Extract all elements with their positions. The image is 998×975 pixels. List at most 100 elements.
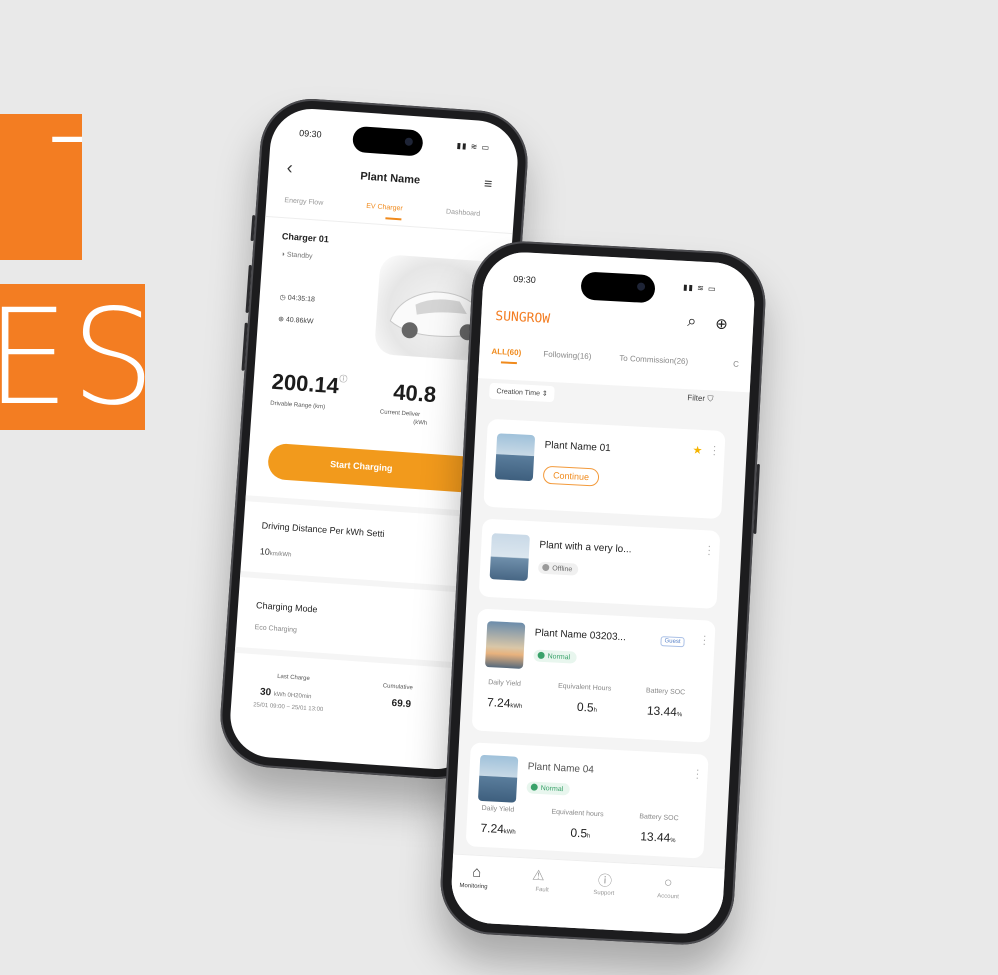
- dynamic-island: [580, 271, 656, 304]
- tab-ev-charger[interactable]: EV Charger: [366, 203, 403, 213]
- plant-list-screen: 09:30 ▮▮ ≋ ▭ SUNGROW ⌕ ⊕ ALL(60) Followi…: [449, 250, 757, 936]
- nav-account[interactable]: Account: [657, 893, 679, 900]
- plant-name: Plant Name 01: [544, 439, 612, 455]
- fault-icon[interactable]: ⚠: [532, 867, 545, 885]
- delivered-label: Current Deliver: [379, 409, 421, 419]
- power-button: [753, 463, 760, 534]
- stat-number: 13.44: [639, 829, 671, 845]
- account-icon[interactable]: ○: [664, 874, 673, 890]
- bottom-nav: ⌂ Monitoring ⚠ Fault ⓘ Support ○ Account: [449, 853, 725, 936]
- status-text: Normal: [540, 785, 564, 794]
- delivered-value: 40.8: [392, 379, 437, 408]
- range-label: Drivable Range (km): [270, 400, 326, 411]
- nav-support[interactable]: Support: [593, 890, 614, 897]
- charging-mode-value[interactable]: Eco Charging: [254, 624, 297, 634]
- sort-dropdown[interactable]: Creation Time ⇕: [489, 382, 556, 403]
- stat-number: 0.5: [570, 825, 588, 841]
- status-icons: ▮▮ ≋ ▭: [682, 282, 717, 294]
- add-icon[interactable]: ⊕: [715, 315, 729, 334]
- delivered-unit: (kWh: [413, 419, 428, 427]
- nav-monitoring[interactable]: Monitoring: [459, 883, 487, 890]
- section-gap-2: [240, 571, 488, 595]
- nav-fault[interactable]: Fault: [535, 887, 549, 894]
- search-icon[interactable]: ⌕: [687, 313, 697, 331]
- section-gap: [245, 495, 494, 519]
- more-icon[interactable]: · · ·: [707, 540, 712, 560]
- sort-icon: ⇕: [541, 390, 548, 398]
- start-charging-label: Start Charging: [329, 459, 393, 474]
- stat-label: Equivalent hours: [551, 808, 604, 819]
- charger-name: Charger 01: [281, 231, 330, 245]
- range-number: 200.14: [270, 368, 340, 399]
- plant-name: Plant with a very lo...: [539, 539, 632, 556]
- tab-dashboard[interactable]: Dashboard: [446, 208, 481, 217]
- last-charge-range: 25/01 09:00 ~ 25/01 13:00: [252, 702, 324, 714]
- tab-more[interactable]: C: [733, 360, 739, 369]
- support-icon[interactable]: ⓘ: [597, 870, 613, 891]
- stat-value: 13.44%: [640, 829, 676, 845]
- distance-unit: km/kWh: [269, 551, 292, 559]
- status-badge: Offline: [537, 561, 579, 576]
- continue-button[interactable]: Continue: [542, 465, 600, 487]
- status-icons: ▮▮ ≋ ▭: [456, 141, 491, 153]
- stat-value: 7.24kWh: [480, 821, 516, 837]
- stat-unit: kWh: [503, 829, 516, 836]
- stat-number: 13.44: [646, 703, 678, 720]
- banner-block-2: ES: [0, 284, 145, 430]
- last-charge-label: Last Charge: [276, 673, 310, 683]
- stat-unit: %: [676, 712, 683, 719]
- plant-card-2[interactable]: Plant with a very lo... Offline · · ·: [478, 518, 721, 609]
- tab-energy-flow[interactable]: Energy Flow: [284, 197, 323, 207]
- volume-up-button: [245, 264, 252, 313]
- plant-card-1[interactable]: Plant Name 01 Continue ★ · · ·: [483, 418, 726, 520]
- brand-logo: SUNGROW: [494, 308, 551, 327]
- banner-text-1: T: [49, 122, 82, 254]
- last-charge-unit: kWh 0H20min: [273, 691, 312, 701]
- stat-number: 0.5: [576, 699, 595, 715]
- banner-block-1: T: [0, 114, 82, 260]
- star-icon[interactable]: ★: [692, 444, 703, 458]
- plant-thumbnail: [489, 533, 530, 582]
- status-time: 09:30: [298, 128, 322, 140]
- dynamic-island: [351, 125, 424, 157]
- page-title: Plant Name: [359, 170, 421, 187]
- mute-switch: [250, 214, 256, 242]
- stat-unit: kWh: [510, 703, 523, 710]
- info-icon[interactable]: ⓘ: [339, 374, 348, 384]
- stat-number: 7.24: [486, 695, 511, 711]
- stat-label: Equivalent Hours: [557, 682, 612, 693]
- more-icon[interactable]: · · ·: [712, 441, 717, 461]
- status-text: Offline: [552, 565, 573, 574]
- plant-thumbnail: [477, 754, 519, 803]
- filter-button[interactable]: Filter ⛉: [687, 393, 713, 404]
- plant-thumbnail: [494, 433, 536, 482]
- last-charge-number: 30: [259, 686, 272, 699]
- distance-setting-value[interactable]: 10km/kWh: [260, 546, 292, 558]
- stat-value: 13.44%: [647, 703, 683, 719]
- power: ⊕ 40.86kW: [278, 315, 314, 325]
- back-icon[interactable]: ‹: [286, 157, 293, 178]
- tab-all[interactable]: ALL(60): [491, 347, 521, 358]
- charger-status-text: Standby: [286, 251, 313, 261]
- volume-down-button: [241, 322, 248, 371]
- monitoring-icon[interactable]: ⌂: [472, 864, 482, 881]
- stat-value: 7.24kWh: [487, 695, 523, 711]
- timer-value: 04:35:18: [287, 294, 316, 304]
- guest-badge: Guest: [660, 636, 685, 648]
- status-badge: Normal: [526, 781, 570, 796]
- stat-label: Battery SOC: [645, 687, 686, 697]
- plant-card-4[interactable]: Plant Name 04 Normal · · · Daily Yield 7.2…: [465, 742, 709, 859]
- status-text: Normal: [547, 653, 571, 662]
- menu-icon[interactable]: ≡: [484, 175, 493, 192]
- tab-indicator: [385, 217, 402, 221]
- more-icon[interactable]: · · ·: [702, 630, 707, 650]
- last-charge-value: 30 kWh 0H20min: [260, 687, 312, 702]
- plant-card-3[interactable]: Plant Name 03203... Guest Normal · · · Dai…: [471, 608, 716, 743]
- stat-unit: h: [593, 707, 598, 714]
- offline-icon: [542, 563, 550, 572]
- status-time: 09:30: [513, 273, 537, 286]
- stat-unit: %: [669, 837, 676, 845]
- stat-label: Battery SOC: [639, 813, 679, 823]
- more-icon[interactable]: · · ·: [695, 764, 700, 784]
- stat-unit: h: [586, 833, 591, 840]
